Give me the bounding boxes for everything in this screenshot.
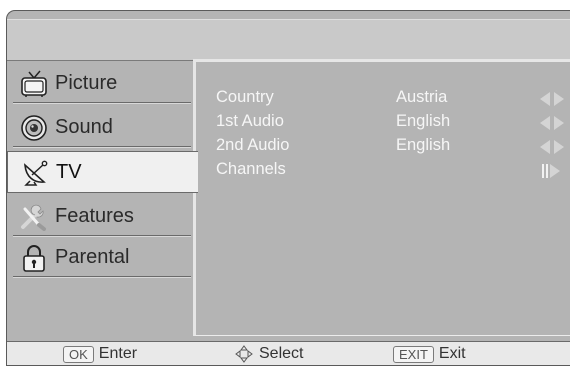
setting-row-channels[interactable]: Channels — [216, 160, 570, 184]
menu-item-picture[interactable]: Picture — [13, 65, 191, 103]
menu-item-label: Picture — [55, 72, 118, 94]
footer-hints: OK Enter Select EXIT Exit — [7, 341, 570, 365]
tv-icon — [19, 69, 49, 99]
exit-key-badge: EXIT — [393, 345, 434, 363]
speaker-icon — [19, 113, 49, 143]
hint-label: Enter — [98, 345, 138, 362]
menu-item-label: Sound — [55, 116, 113, 138]
left-right-arrows-icon[interactable] — [536, 139, 570, 155]
hint-label: Select — [259, 345, 304, 362]
menu-item-sound[interactable]: Sound — [13, 109, 191, 147]
tv-osd-menu: Picture Sound TV Features Parental Count… — [6, 10, 570, 366]
ok-key-badge: OK — [63, 345, 94, 363]
hint-exit: EXIT Exit — [393, 345, 466, 363]
setting-value: English — [396, 136, 451, 154]
setting-row-1st-audio[interactable]: 1st Audio English — [216, 112, 570, 136]
menu-item-label: Features — [55, 205, 134, 227]
setting-row-country[interactable]: Country Austria — [216, 88, 570, 112]
menu-item-parental[interactable]: Parental — [13, 239, 191, 277]
lock-icon — [19, 243, 49, 273]
setting-row-2nd-audio[interactable]: 2nd Audio English — [216, 136, 570, 160]
setting-label: Country — [216, 88, 274, 106]
menu-item-features[interactable]: Features — [13, 198, 191, 236]
menu-title-bar — [7, 19, 570, 61]
settings-panel: Country Austria 1st Audio English 2nd Au… — [193, 59, 570, 336]
navigation-arrows-icon — [235, 345, 253, 363]
hint-enter: OK Enter — [63, 345, 137, 363]
category-sidebar: Picture Sound TV Features Parental — [7, 61, 198, 337]
menu-item-label: Parental — [55, 246, 130, 268]
setting-value: Austria — [396, 88, 448, 106]
setting-label: Channels — [216, 160, 286, 178]
hint-select: Select — [235, 345, 303, 363]
menu-item-label: TV — [56, 160, 82, 183]
hint-label: Exit — [438, 345, 466, 362]
enter-submenu-icon[interactable] — [536, 163, 570, 179]
left-right-arrows-icon[interactable] — [536, 115, 570, 131]
wrench-screwdriver-icon — [19, 202, 49, 232]
menu-item-tv[interactable]: TV — [7, 151, 198, 193]
setting-label: 1st Audio — [216, 112, 284, 130]
left-right-arrows-icon[interactable] — [536, 91, 570, 107]
setting-value: English — [396, 112, 451, 130]
satellite-dish-icon — [20, 157, 50, 187]
setting-label: 2nd Audio — [216, 136, 290, 154]
